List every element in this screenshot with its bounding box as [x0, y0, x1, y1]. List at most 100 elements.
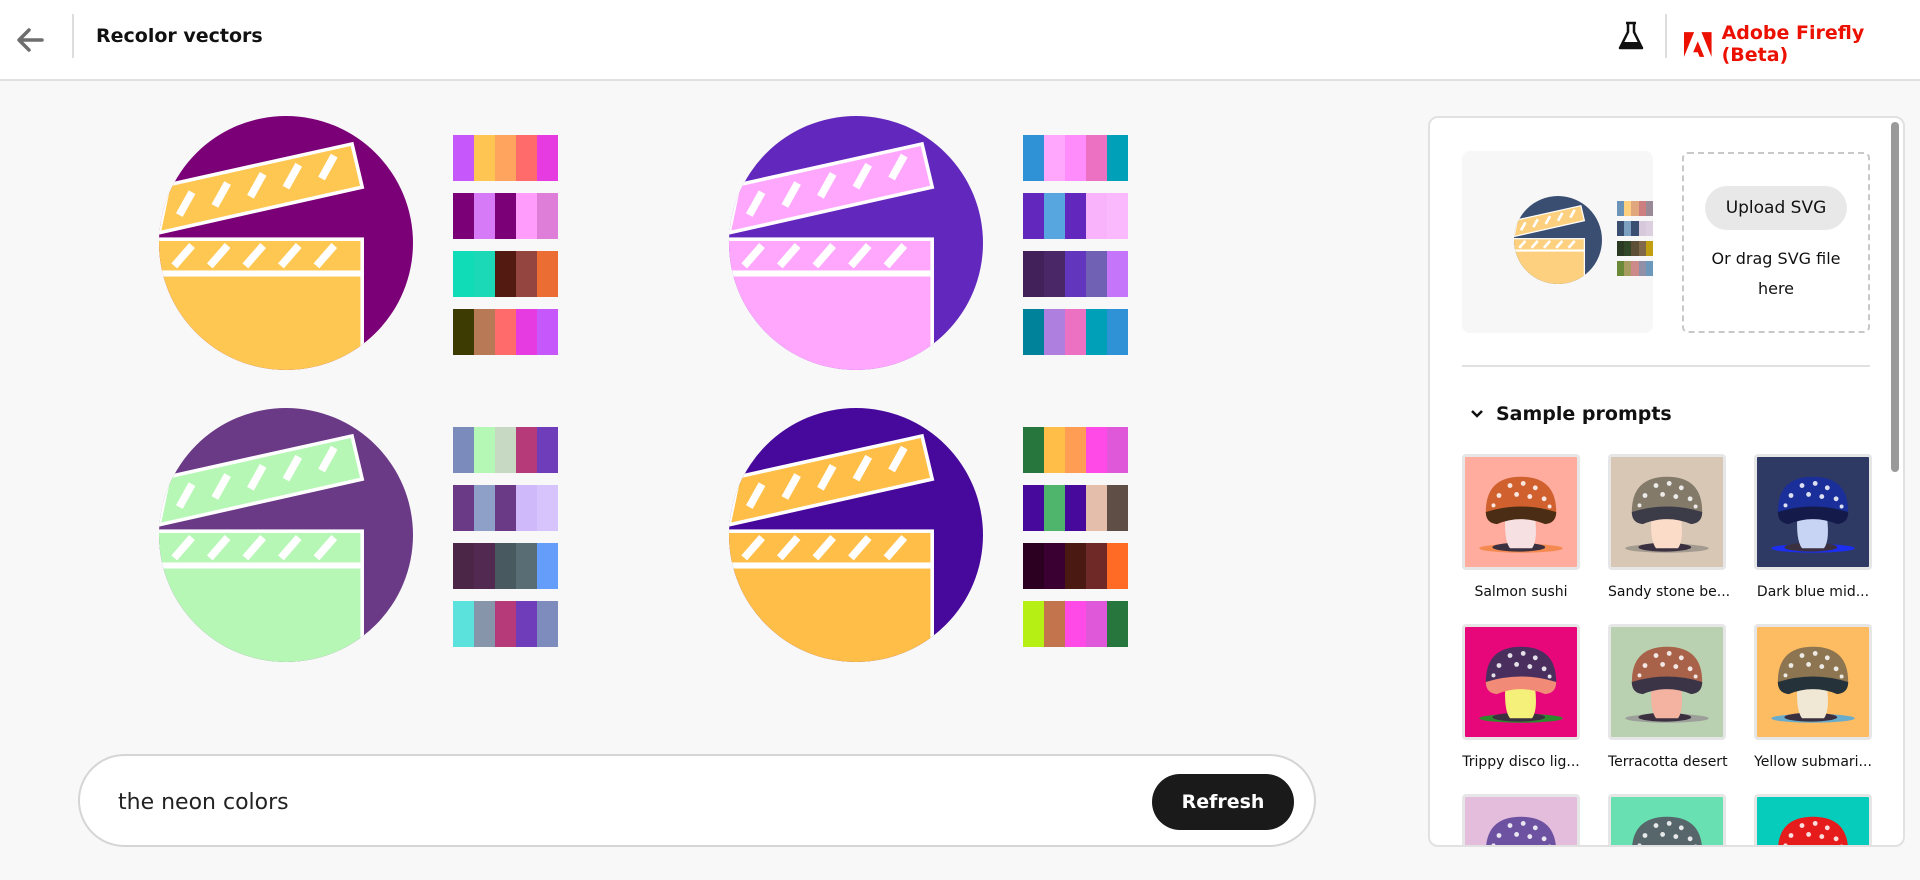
drag-hint: Or drag SVG file here	[1711, 249, 1841, 298]
color-swatch	[474, 543, 495, 589]
color-swatch	[495, 427, 516, 473]
prompt-bar: Refresh	[78, 754, 1316, 847]
color-palette[interactable]	[1023, 193, 1128, 239]
sample-prompt[interactable]	[1754, 794, 1872, 845]
mushroom-thumbnail	[1608, 794, 1726, 845]
sample-prompt[interactable]: Trippy disco lig...	[1462, 624, 1580, 770]
color-swatch	[1086, 251, 1107, 297]
color-swatch	[516, 309, 537, 355]
color-swatch	[453, 193, 474, 239]
color-swatch	[1044, 193, 1065, 239]
sample-prompt[interactable]	[1608, 794, 1726, 845]
color-swatch	[474, 251, 495, 297]
color-swatch	[1044, 543, 1065, 589]
sample-prompt-label: Dark blue mid...	[1756, 584, 1870, 600]
color-palette[interactable]	[1617, 201, 1654, 216]
color-swatch	[474, 485, 495, 531]
color-swatch	[516, 193, 537, 239]
color-swatch	[1638, 261, 1646, 276]
color-swatch	[1645, 221, 1654, 236]
color-swatch	[1107, 135, 1128, 181]
color-palette[interactable]	[1023, 543, 1128, 589]
color-palette[interactable]	[453, 601, 558, 647]
color-swatch	[1617, 201, 1625, 216]
sample-prompt[interactable]: Terracotta desert	[1608, 624, 1728, 770]
color-swatch	[495, 251, 516, 297]
color-palette[interactable]	[453, 193, 558, 239]
sample-prompt-label: Trippy disco lig...	[1462, 754, 1580, 770]
color-swatch	[453, 251, 474, 297]
mushroom-thumbnail	[1462, 454, 1580, 570]
sample-prompt-label: Yellow submari...	[1754, 754, 1872, 770]
color-palette[interactable]	[1617, 261, 1654, 276]
color-swatch	[1107, 427, 1128, 473]
recolored-clapperboard[interactable]	[159, 408, 413, 662]
sample-prompts-toggle[interactable]: Sample prompts	[1470, 403, 1672, 425]
color-swatch	[537, 601, 558, 647]
color-palette[interactable]	[1023, 427, 1128, 473]
scrollbar[interactable]	[1891, 122, 1899, 472]
color-swatch	[1645, 201, 1654, 216]
color-swatch	[495, 135, 516, 181]
color-swatch	[495, 601, 516, 647]
upload-svg-button[interactable]: Upload SVG	[1705, 186, 1847, 230]
color-palette[interactable]	[1023, 135, 1128, 181]
sample-prompts-title: Sample prompts	[1496, 403, 1672, 425]
prompt-input[interactable]	[118, 784, 1118, 820]
color-swatch	[1645, 241, 1654, 256]
color-swatch	[1086, 543, 1107, 589]
color-palette[interactable]	[453, 135, 558, 181]
back-arrow-icon[interactable]	[10, 20, 50, 60]
sample-prompt[interactable]: Dark blue mid...	[1754, 454, 1872, 600]
color-swatch	[1624, 241, 1632, 256]
color-swatch	[1107, 485, 1128, 531]
sample-prompt[interactable]: Yellow submari...	[1754, 624, 1872, 770]
color-palette[interactable]	[453, 485, 558, 531]
chevron-down-icon	[1471, 410, 1483, 418]
color-swatch	[1044, 251, 1065, 297]
sample-prompt[interactable]	[1462, 794, 1580, 845]
color-palette[interactable]	[453, 427, 558, 473]
preview-clapperboard	[1514, 196, 1602, 284]
color-swatch	[516, 543, 537, 589]
svg-drop-zone[interactable]: Upload SVG Or drag SVG file here	[1682, 152, 1870, 333]
color-palette[interactable]	[453, 309, 558, 355]
sample-prompt[interactable]: Sandy stone be...	[1608, 454, 1730, 600]
color-palette[interactable]	[1023, 485, 1128, 531]
sample-prompt[interactable]: Salmon sushi	[1462, 454, 1580, 600]
color-swatch	[1624, 261, 1632, 276]
color-swatch	[1107, 251, 1128, 297]
recolored-clapperboard[interactable]	[159, 116, 413, 370]
color-swatch	[1023, 251, 1044, 297]
uploaded-svg-preview	[1462, 151, 1654, 333]
recolored-clapperboard[interactable]	[729, 116, 983, 370]
color-swatch	[1086, 601, 1107, 647]
color-swatch	[1638, 201, 1646, 216]
color-palette[interactable]	[1617, 221, 1654, 236]
color-swatch	[537, 543, 558, 589]
color-swatch	[1065, 601, 1086, 647]
color-swatch	[516, 251, 537, 297]
color-swatch	[474, 601, 495, 647]
color-palette[interactable]	[453, 543, 558, 589]
brand[interactable]: Adobe Firefly (Beta)	[1684, 22, 1920, 66]
color-palette[interactable]	[1617, 241, 1654, 256]
color-swatch	[1645, 261, 1654, 276]
refresh-button[interactable]: Refresh	[1152, 774, 1294, 830]
recolored-clapperboard[interactable]	[729, 408, 983, 662]
mushroom-thumbnail	[1608, 454, 1726, 570]
color-palette[interactable]	[1023, 601, 1128, 647]
color-palette[interactable]	[1023, 251, 1128, 297]
flask-icon[interactable]	[1616, 20, 1646, 52]
color-swatch	[1065, 543, 1086, 589]
color-swatch	[1631, 201, 1639, 216]
color-swatch	[516, 135, 537, 181]
color-palette[interactable]	[1023, 309, 1128, 355]
color-swatch	[516, 485, 537, 531]
color-swatch	[1023, 601, 1044, 647]
color-swatch	[1631, 261, 1639, 276]
color-palette[interactable]	[453, 251, 558, 297]
color-swatch	[1065, 427, 1086, 473]
color-swatch	[1086, 193, 1107, 239]
page-title: Recolor vectors	[96, 25, 263, 47]
